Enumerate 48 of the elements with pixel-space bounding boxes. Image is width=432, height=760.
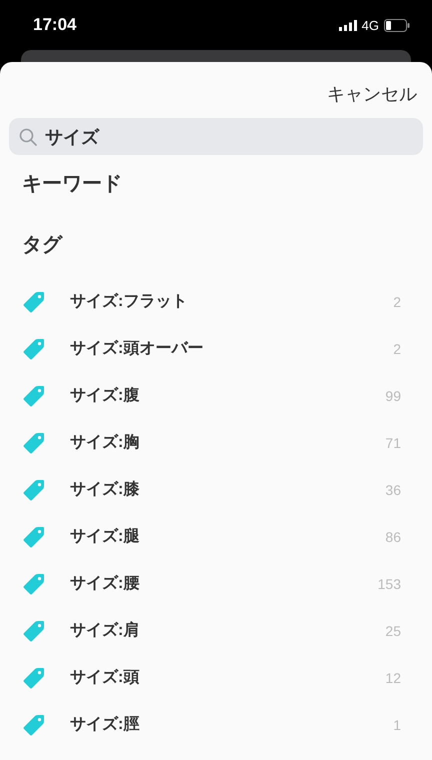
tag-item[interactable]: サイズ:頭 12 — [9, 654, 423, 701]
tag-name: サイズ:膝 — [70, 480, 140, 500]
tag-icon — [22, 524, 46, 548]
tag-icon — [22, 572, 46, 596]
tag-icon — [22, 666, 46, 690]
tag-count: 1 — [393, 716, 401, 732]
status-time: 17:04 — [33, 15, 76, 35]
tag-name: サイズ:腰 — [70, 574, 140, 594]
tag-icon — [22, 336, 46, 360]
tag-item[interactable]: サイズ:肩 25 — [9, 607, 423, 654]
tag-name: サイズ:フラット — [70, 292, 188, 312]
tag-name: サイズ:腿 — [70, 526, 140, 547]
tag-item[interactable]: サイズ:胸 71 — [9, 419, 423, 466]
tag-count: 36 — [385, 482, 401, 498]
tag-count: 99 — [385, 388, 401, 404]
tag-name: サイズ:胸 — [70, 432, 140, 453]
section-heading: キーワード — [21, 172, 123, 197]
tag-item[interactable]: サイズ:頭オーバー 2 — [9, 325, 423, 372]
tag-icon — [22, 712, 46, 736]
tag-name: サイズ:肩 — [70, 620, 140, 641]
tag-name: サイズ:腹 — [70, 386, 140, 406]
tag-count: 12 — [385, 670, 401, 686]
cancel-button[interactable]: キャンセル — [327, 82, 417, 102]
tag-name: サイズ:頭オーバー — [70, 338, 204, 359]
tag-item[interactable]: サイズ:腿 86 — [9, 513, 423, 560]
tag-name: サイズ:脛 — [70, 714, 140, 735]
tag-count: 25 — [385, 622, 401, 638]
battery-icon — [384, 18, 410, 32]
tag-count: 2 — [393, 294, 401, 310]
section-heading: タグ — [21, 233, 64, 258]
tag-item[interactable]: サイズ:フラット 2 — [9, 278, 423, 325]
tag-icon — [22, 430, 46, 454]
tag-icon — [22, 290, 46, 314]
tag-count: 2 — [393, 340, 401, 356]
tag-name: サイズ:頭 — [70, 668, 140, 688]
tag-item[interactable]: サイズ:腰 153 — [9, 560, 423, 607]
tag-item[interactable]: サイズ:脛 1 — [9, 701, 423, 748]
signal-icon — [338, 20, 357, 30]
tag-count: 86 — [385, 528, 401, 544]
tag-count: 153 — [378, 576, 401, 592]
search-field[interactable]: サイズ — [9, 118, 423, 155]
tag-item[interactable]: サイズ:腹 99 — [9, 372, 423, 419]
tag-icon — [22, 384, 46, 408]
tag-item[interactable]: サイズ:膝 36 — [9, 466, 423, 513]
tag-icon — [22, 478, 46, 502]
tag-count: 71 — [385, 434, 401, 450]
network-type: 4G — [362, 18, 379, 32]
tag-icon — [22, 618, 46, 642]
